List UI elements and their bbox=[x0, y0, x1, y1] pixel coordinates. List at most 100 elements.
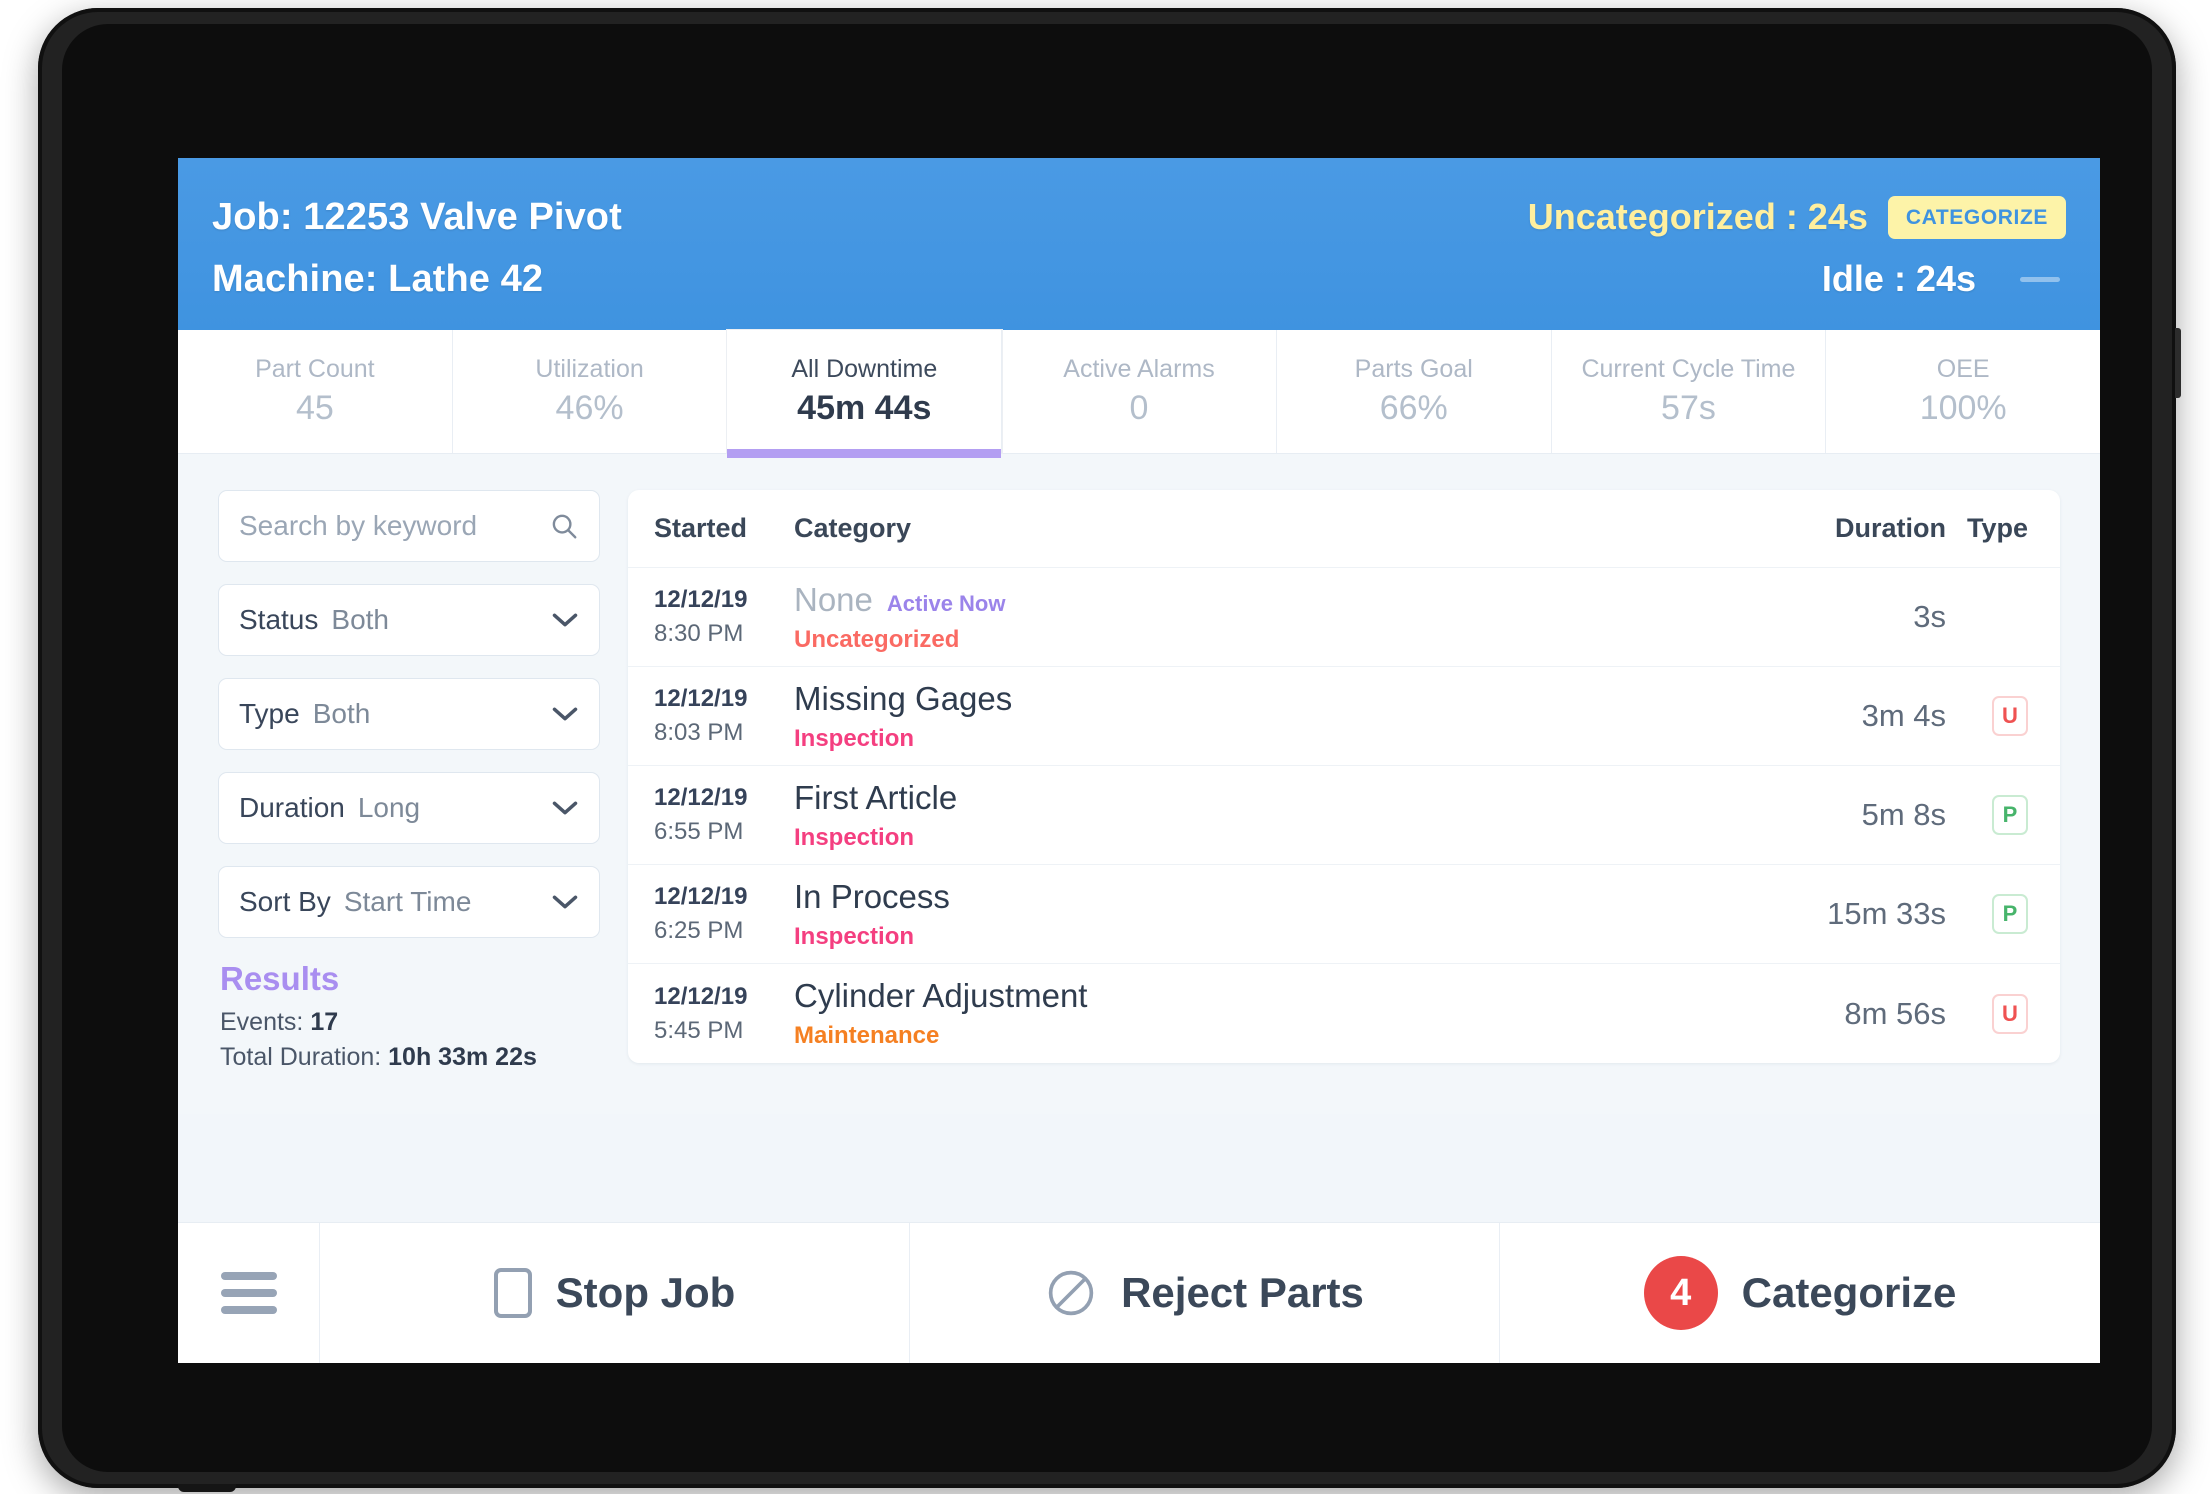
kpi-label: Current Cycle Time bbox=[1581, 355, 1796, 383]
chevron-down-icon bbox=[552, 895, 578, 909]
event-time: 6:55 PM bbox=[654, 818, 744, 845]
tab-all-downtime[interactable]: All Downtime 45m 44s bbox=[727, 330, 1003, 458]
column-header-type: Type bbox=[1966, 513, 2028, 543]
ban-icon bbox=[1048, 1270, 1094, 1316]
uncategorized-status: Uncategorized : 24s bbox=[1527, 196, 1868, 237]
event-time: 5:45 PM bbox=[654, 1016, 744, 1044]
category-line: None Active Now bbox=[794, 581, 1776, 619]
tab-oee[interactable]: OEE 100% bbox=[1826, 330, 2100, 453]
cell-category: Cylinder Adjustment Maintenance bbox=[772, 977, 1776, 1050]
results-events: Events: 17 bbox=[220, 1008, 600, 1037]
event-duration: 3m 4s bbox=[1861, 698, 1946, 733]
event-time: 8:03 PM bbox=[654, 719, 744, 746]
sort-by-dropdown[interactable]: Sort By Start Time bbox=[218, 866, 600, 938]
table-row[interactable]: 12/12/19 8:03 PM Missing Gages Inspection 3m… bbox=[628, 667, 2060, 766]
event-subcategory: Inspection bbox=[794, 823, 915, 851]
cell-started: 12/12/19 8:30 PM bbox=[654, 586, 772, 648]
categorize-chip-button[interactable]: CATEGORIZE bbox=[1887, 195, 2066, 239]
tab-parts-goal[interactable]: Parts Goal 66% bbox=[1276, 330, 1552, 453]
kpi-value: 45 bbox=[295, 389, 334, 427]
type-badge: P bbox=[1992, 894, 2028, 934]
table-row[interactable]: 12/12/19 5:45 PM Cylinder Adjustment Mainte… bbox=[628, 964, 2060, 1063]
minus-icon bbox=[2020, 276, 2060, 282]
kpi-label: Utilization bbox=[535, 355, 644, 383]
event-category-name: First Article bbox=[794, 778, 958, 816]
cell-type: U bbox=[1946, 696, 2032, 736]
categorize-count-badge: 4 bbox=[1643, 1256, 1718, 1330]
app-screen: Job: 12253 Valve Pivot Uncategorized : 2… bbox=[178, 158, 2100, 1363]
event-date: 12/12/19 bbox=[654, 982, 748, 1010]
category-line: Cylinder Adjustment bbox=[794, 977, 1776, 1015]
search-input[interactable]: Search by keyword bbox=[218, 490, 600, 562]
job-title: Job: 12253 Valve Pivot bbox=[212, 195, 622, 238]
cell-category: None Active Now Uncategorized bbox=[772, 581, 1776, 654]
table-row[interactable]: 12/12/19 8:30 PM None Active Now Uncategoriz… bbox=[628, 568, 2060, 667]
categorize-label: Categorize bbox=[1741, 1269, 1957, 1316]
chevron-down-icon bbox=[552, 613, 578, 627]
reject-parts-button[interactable]: Reject Parts bbox=[910, 1223, 1500, 1363]
duration-filter-label: Duration bbox=[239, 792, 345, 823]
type-badge: P bbox=[1992, 795, 2028, 835]
column-header-started: Started bbox=[654, 513, 748, 543]
category-line: In Process bbox=[794, 878, 1776, 916]
kpi-label: All Downtime bbox=[791, 355, 938, 383]
status-filter-label: Status bbox=[239, 604, 319, 635]
power-button bbox=[2175, 328, 2181, 398]
tab-current-cycle-time[interactable]: Current Cycle Time 57s bbox=[1551, 330, 1827, 453]
cell-type: U bbox=[1946, 993, 2032, 1034]
event-date: 12/12/19 bbox=[654, 784, 748, 811]
column-header-duration: Duration bbox=[1835, 513, 1946, 543]
column-header-category: Category bbox=[794, 513, 912, 543]
machine-title: Machine: Lathe 42 bbox=[212, 257, 544, 300]
event-category-name: None bbox=[794, 580, 873, 618]
event-date: 12/12/19 bbox=[654, 883, 748, 910]
table-row[interactable]: 12/12/19 6:25 PM In Process Inspection 15m 3… bbox=[628, 865, 2060, 964]
cell-category: Missing Gages Inspection bbox=[772, 680, 1776, 753]
kpi-value: 66% bbox=[1379, 389, 1448, 427]
results-heading: Results bbox=[220, 960, 340, 997]
status-filter-dropdown[interactable]: Status Both bbox=[218, 584, 600, 656]
menu-button[interactable] bbox=[178, 1223, 320, 1363]
kpi-label: Parts Goal bbox=[1354, 355, 1473, 383]
type-filter-dropdown[interactable]: Type Both bbox=[218, 678, 600, 750]
device-connector bbox=[178, 1484, 236, 1492]
cell-type bbox=[1946, 597, 2032, 637]
event-duration: 3s bbox=[1913, 599, 1946, 634]
kpi-tab-bar: Part Count 45 Utilization 46% All Downti… bbox=[178, 330, 2100, 458]
results-total-duration-label: Total Duration: bbox=[220, 1043, 382, 1071]
tablet-device-frame: Job: 12253 Valve Pivot Uncategorized : 2… bbox=[38, 8, 2181, 1492]
kpi-label: Active Alarms bbox=[1063, 355, 1215, 383]
tab-part-count[interactable]: Part Count 45 bbox=[178, 330, 453, 453]
downtime-events-table: Started Category Duration Type 12/12/19 8… bbox=[628, 490, 2060, 1063]
results-events-label: Events: bbox=[220, 1008, 304, 1036]
results-total-duration: Total Duration: 10h 33m 22s bbox=[220, 1043, 600, 1072]
stop-job-button[interactable]: Stop Job bbox=[320, 1223, 910, 1363]
event-duration: 8m 56s bbox=[1844, 995, 1946, 1031]
event-subcategory: Inspection bbox=[794, 724, 915, 752]
event-duration: 15m 33s bbox=[1827, 896, 1946, 931]
duration-filter-dropdown[interactable]: Duration Long bbox=[218, 772, 600, 844]
status-filter-value: Both bbox=[331, 604, 389, 635]
event-subcategory: Uncategorized bbox=[794, 625, 960, 653]
stop-job-label: Stop Job bbox=[555, 1269, 736, 1316]
kpi-value: 45m 44s bbox=[797, 389, 932, 427]
tab-utilization[interactable]: Utilization 46% bbox=[452, 330, 728, 453]
event-duration: 5m 8s bbox=[1861, 797, 1946, 832]
event-category-name: Cylinder Adjustment bbox=[794, 977, 1088, 1014]
categorize-button[interactable]: 4 Categorize bbox=[1500, 1223, 2100, 1363]
tab-active-alarms[interactable]: Active Alarms 0 bbox=[1002, 330, 1277, 453]
cell-started: 12/12/19 8:03 PM bbox=[654, 685, 772, 747]
table-row[interactable]: 12/12/19 6:55 PM First Article Inspection 5m… bbox=[628, 766, 2060, 865]
chevron-down-icon bbox=[552, 801, 578, 815]
results-events-value: 17 bbox=[310, 1008, 339, 1036]
cell-category: First Article Inspection bbox=[772, 779, 1776, 852]
kpi-value: 0 bbox=[1129, 389, 1149, 427]
type-badge bbox=[1992, 597, 2028, 637]
type-filter-label: Type bbox=[239, 698, 300, 729]
active-tab-indicator bbox=[727, 449, 1002, 458]
type-badge: U bbox=[1992, 993, 2028, 1034]
stop-square-icon bbox=[493, 1268, 532, 1318]
event-subcategory: Inspection bbox=[794, 922, 915, 950]
duration-filter-value: Long bbox=[357, 792, 421, 823]
type-filter-value: Both bbox=[312, 698, 371, 729]
